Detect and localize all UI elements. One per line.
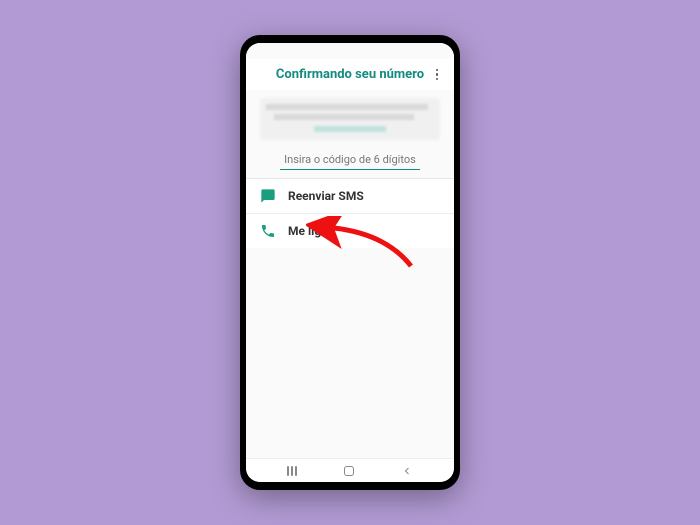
phone-frame: Confirmando seu número Insira o código d… bbox=[240, 35, 460, 490]
app-header: Confirmando seu número bbox=[246, 59, 454, 90]
empty-area bbox=[246, 248, 454, 458]
nav-back-icon[interactable] bbox=[401, 465, 413, 477]
call-me-label: Me ligue bbox=[288, 224, 334, 238]
phone-icon bbox=[260, 223, 276, 239]
phone-screen: Confirmando seu número Insira o código d… bbox=[246, 43, 454, 482]
resend-sms-option[interactable]: Reenviar SMS bbox=[246, 179, 454, 213]
code-input-row: Insira o código de 6 dígitos bbox=[246, 150, 454, 170]
sms-icon bbox=[260, 188, 276, 204]
blurred-info-text bbox=[260, 98, 440, 140]
android-nav-bar bbox=[246, 458, 454, 482]
nav-recent-icon[interactable] bbox=[287, 466, 297, 476]
nav-home-icon[interactable] bbox=[344, 466, 354, 476]
more-menu-icon[interactable] bbox=[430, 68, 444, 82]
page-title: Confirmando seu número bbox=[270, 67, 430, 82]
verification-code-input[interactable]: Insira o código de 6 dígitos bbox=[280, 150, 420, 170]
call-me-option[interactable]: Me ligue bbox=[246, 213, 454, 248]
status-bar bbox=[246, 43, 454, 59]
resend-sms-label: Reenviar SMS bbox=[288, 189, 364, 203]
